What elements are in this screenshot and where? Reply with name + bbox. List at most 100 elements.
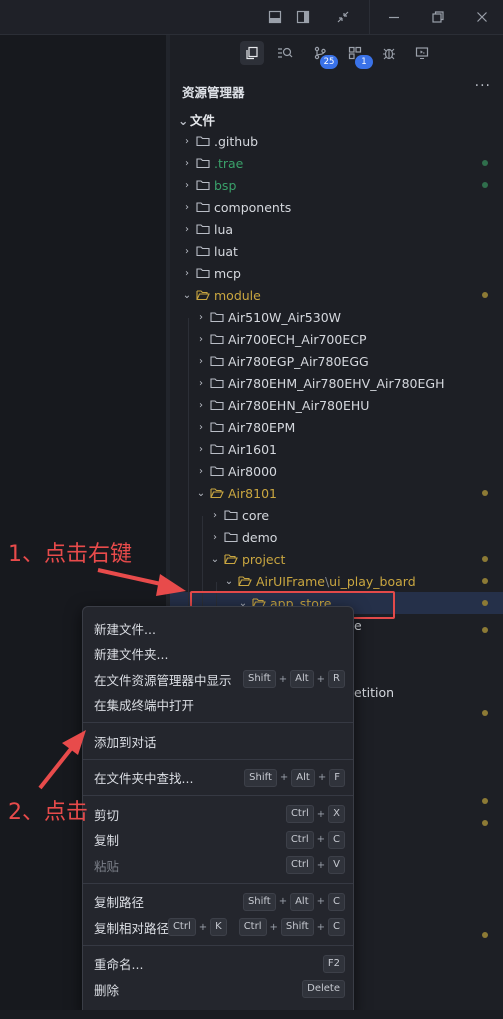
occluded-tree-text: etition	[354, 685, 395, 700]
menu-item[interactable]: 在文件资源管理器中显示 Shift + Alt + R	[83, 666, 353, 692]
tree-item[interactable]: ⌄ AirUIFrame \ ui_play_board	[170, 570, 503, 592]
tree-item[interactable]: › lua	[170, 218, 503, 240]
tree-item[interactable]: › Air780EGP_Air780EGG	[170, 350, 503, 372]
tree-item[interactable]: › core	[170, 504, 503, 526]
tree-item[interactable]: ⌄ project	[170, 548, 503, 570]
tree-item-label: project	[242, 551, 286, 567]
status-dot	[482, 182, 488, 188]
key-cap: Ctrl	[285, 856, 314, 874]
tree-item-label: Air1601	[228, 441, 277, 457]
tree-item[interactable]: › demo	[170, 526, 503, 548]
keyboard-shortcut: Ctrl + C	[285, 830, 345, 849]
tree-item[interactable]: › components	[170, 196, 503, 218]
menu-item[interactable]: 新建文件夹...	[83, 641, 353, 667]
collapse-icon[interactable]	[329, 0, 357, 34]
tree-item-label: lua	[214, 221, 234, 237]
chevron-right-icon: ›	[185, 157, 189, 169]
menu-item[interactable]: 复制路径 Shift + Alt + C	[83, 889, 353, 915]
key-cap: R	[328, 670, 345, 688]
more-actions-icon[interactable]: ···	[475, 78, 491, 94]
keyboard-shortcut: Delete	[302, 980, 345, 998]
folder-icon	[210, 355, 224, 367]
chevron-right-icon: ›	[213, 509, 217, 521]
menu-item-label: 复制相对路径	[94, 920, 170, 936]
tree-item[interactable]: › .trae	[170, 152, 503, 174]
folder-icon	[196, 245, 210, 257]
tree-item[interactable]: › luat	[170, 240, 503, 262]
tree-item[interactable]: ⌄ Air8101	[170, 482, 503, 504]
menu-item[interactable]: 重命名... F2	[83, 951, 353, 977]
chevron-right-icon: ›	[185, 179, 189, 191]
tree-item[interactable]: › Air780EHM_Air780EHV_Air780EGH	[170, 372, 503, 394]
menu-item-label: 重命名...	[94, 957, 144, 972]
menu-item[interactable]: 新建文件...	[83, 615, 353, 641]
tree-item-label: Air8000	[228, 463, 277, 479]
folder-icon	[224, 509, 238, 521]
section-label: 文件	[190, 113, 216, 128]
keyboard-shortcut: Shift + Alt + F	[244, 768, 345, 787]
tree-item[interactable]: › bsp	[170, 174, 503, 196]
tree-item[interactable]: › Air1601	[170, 438, 503, 460]
tree-item[interactable]: › Air780EPM	[170, 416, 503, 438]
chevron-right-icon: ›	[213, 531, 217, 543]
minimize-icon[interactable]	[380, 0, 408, 34]
chevron-right-icon: ›	[199, 377, 203, 389]
key-cap: Shift	[244, 768, 277, 787]
menu-divider	[83, 722, 353, 723]
tree-item[interactable]: › .github	[170, 130, 503, 152]
key-cap: Ctrl	[285, 830, 314, 849]
menu-item[interactable]: 剪切 Ctrl + X	[83, 801, 353, 827]
tree-item[interactable]: ⌄ module	[170, 284, 503, 306]
tree-item[interactable]: › Air700ECH_Air700ECP	[170, 328, 503, 350]
menu-item[interactable]: 复制 Ctrl + C	[83, 827, 353, 853]
tree-item[interactable]: › Air780EHN_Air780EHU	[170, 394, 503, 416]
folder-icon	[196, 157, 210, 169]
folder-open-icon	[196, 289, 210, 301]
folder-icon	[210, 333, 224, 345]
key-cap: Shift	[280, 918, 314, 936]
source-control-icon[interactable]: 25	[308, 41, 338, 69]
status-dot	[482, 556, 488, 562]
key-cap: Delete	[302, 980, 345, 998]
files-icon[interactable]	[240, 41, 264, 65]
menu-item-label: 删除	[94, 982, 120, 998]
folder-icon	[196, 135, 210, 147]
tree-item[interactable]: › Air8000	[170, 460, 503, 482]
restore-icon[interactable]	[424, 0, 452, 34]
folder-icon	[224, 531, 238, 543]
extensions-icon[interactable]: 1	[343, 41, 373, 69]
menu-item[interactable]: 添加到对话	[83, 728, 353, 754]
status-dot	[482, 627, 488, 633]
chevron-right-icon: ›	[185, 201, 189, 213]
menu-item[interactable]: 在集成终端中打开	[83, 692, 353, 718]
menu-item[interactable]: 复制相对路径 Ctrl + K Ctrl + Shift + C	[83, 914, 353, 940]
annotation-step2: 2、点击	[8, 800, 88, 825]
tree-item[interactable]: › Air510W_Air530W	[170, 306, 503, 328]
key-cap: Shift	[242, 892, 276, 911]
folder-icon	[196, 201, 210, 213]
tree-item-label: Air510W_Air530W	[228, 309, 342, 325]
menu-divider	[83, 944, 353, 946]
tree-item[interactable]: › mcp	[170, 262, 503, 284]
key-cap: F	[329, 768, 345, 787]
search-icon[interactable]	[273, 41, 297, 65]
chevron-down-icon: ⌄	[196, 487, 206, 499]
tree-item-label: module	[214, 287, 261, 303]
menu-item[interactable]: 在文件夹中查找... Shift + Alt + F	[83, 765, 353, 791]
status-strip	[0, 1010, 503, 1019]
chevron-right-icon: ›	[185, 135, 189, 147]
key-cap: Ctrl	[285, 805, 314, 823]
close-icon[interactable]	[468, 0, 496, 34]
menu-item[interactable]: 删除 Delete	[83, 976, 353, 1002]
occluded-tree-text: e	[354, 618, 362, 633]
debug-icon[interactable]	[377, 41, 401, 65]
layout-panel-icon[interactable]	[261, 0, 289, 34]
key-cap: C	[328, 830, 345, 849]
folder-open-icon	[210, 487, 224, 499]
keyboard-shortcut: Ctrl + V	[285, 856, 345, 874]
key-cap: F2	[322, 954, 345, 973]
section-header-files[interactable]: ⌄ 文件	[178, 110, 215, 129]
remote-icon[interactable]	[410, 41, 434, 65]
layout-sidebar-icon[interactable]	[289, 0, 317, 34]
keyboard-shortcut: Shift + Alt + C	[242, 892, 345, 911]
